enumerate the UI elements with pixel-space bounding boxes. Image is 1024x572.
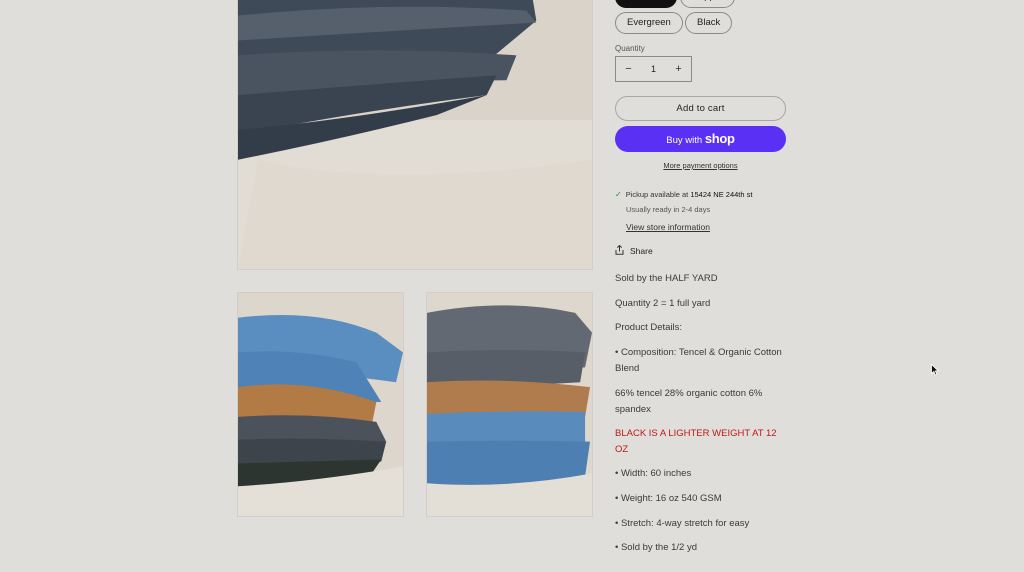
share-label: Share [630,246,653,256]
description-line: • Width: 60 inches [615,468,692,479]
check-icon: ✓ [615,190,622,199]
description-line: • Sold by the 1/2 yd [615,542,698,553]
variant-evergreen-pill[interactable]: Evergreen [615,12,683,34]
quantity-stepper: − 1 + [615,56,692,82]
quantity-label: Quantity [615,44,645,53]
description-line: • Stretch: 4-way stretch for easy [615,518,750,529]
variant-copper-pill[interactable]: Copper [680,0,736,8]
shop-pay-logo: shop [704,131,735,146]
quantity-input[interactable]: 1 [641,64,666,74]
buy-with-label: Buy with [666,135,703,146]
decrease-quantity-button[interactable]: − [616,63,641,75]
main-product-image[interactable] [237,0,593,270]
pickup-prefix: Pickup available at [625,190,689,199]
description-line: Sold by the HALF YARD [615,273,718,284]
variant-black-pill[interactable]: Black [685,12,733,34]
description-line: Quantity 2 = 1 full yard [615,298,711,309]
pickup-location: 15424 NE 244th st [690,190,753,199]
more-payment-options-link[interactable]: More payment options [615,161,786,170]
description-line: 66% tencel 28% organic cotton 6% spandex [615,388,763,415]
product-thumbnail-2[interactable] [426,292,593,517]
increase-quantity-button[interactable]: + [666,63,691,75]
description-line: • Composition: Tencel & Organic Cotton B… [615,347,782,374]
share-icon [615,244,624,257]
product-thumbnail-1[interactable] [237,292,404,517]
pickup-availability: ✓ Pickup available at 15424 NE 244th st [615,190,752,199]
variant-charcoal-pill[interactable]: Charcoal [615,0,678,8]
pickup-ready-time: Usually ready in 2-4 days [626,205,711,214]
view-store-information-link[interactable]: View store information [626,222,710,232]
description-line: Product Details: [615,322,683,333]
description-line: • Weight: 16 oz 540 GSM [615,493,722,504]
weight-warning-text: BLACK IS A LIGHTER WEIGHT AT 12 OZ [615,428,777,455]
buy-with-shop-button[interactable]: Buy with shop [615,126,786,152]
mouse-cursor-icon [931,363,940,381]
share-button[interactable]: Share [615,244,653,257]
add-to-cart-button[interactable]: Add to cart [615,96,786,121]
